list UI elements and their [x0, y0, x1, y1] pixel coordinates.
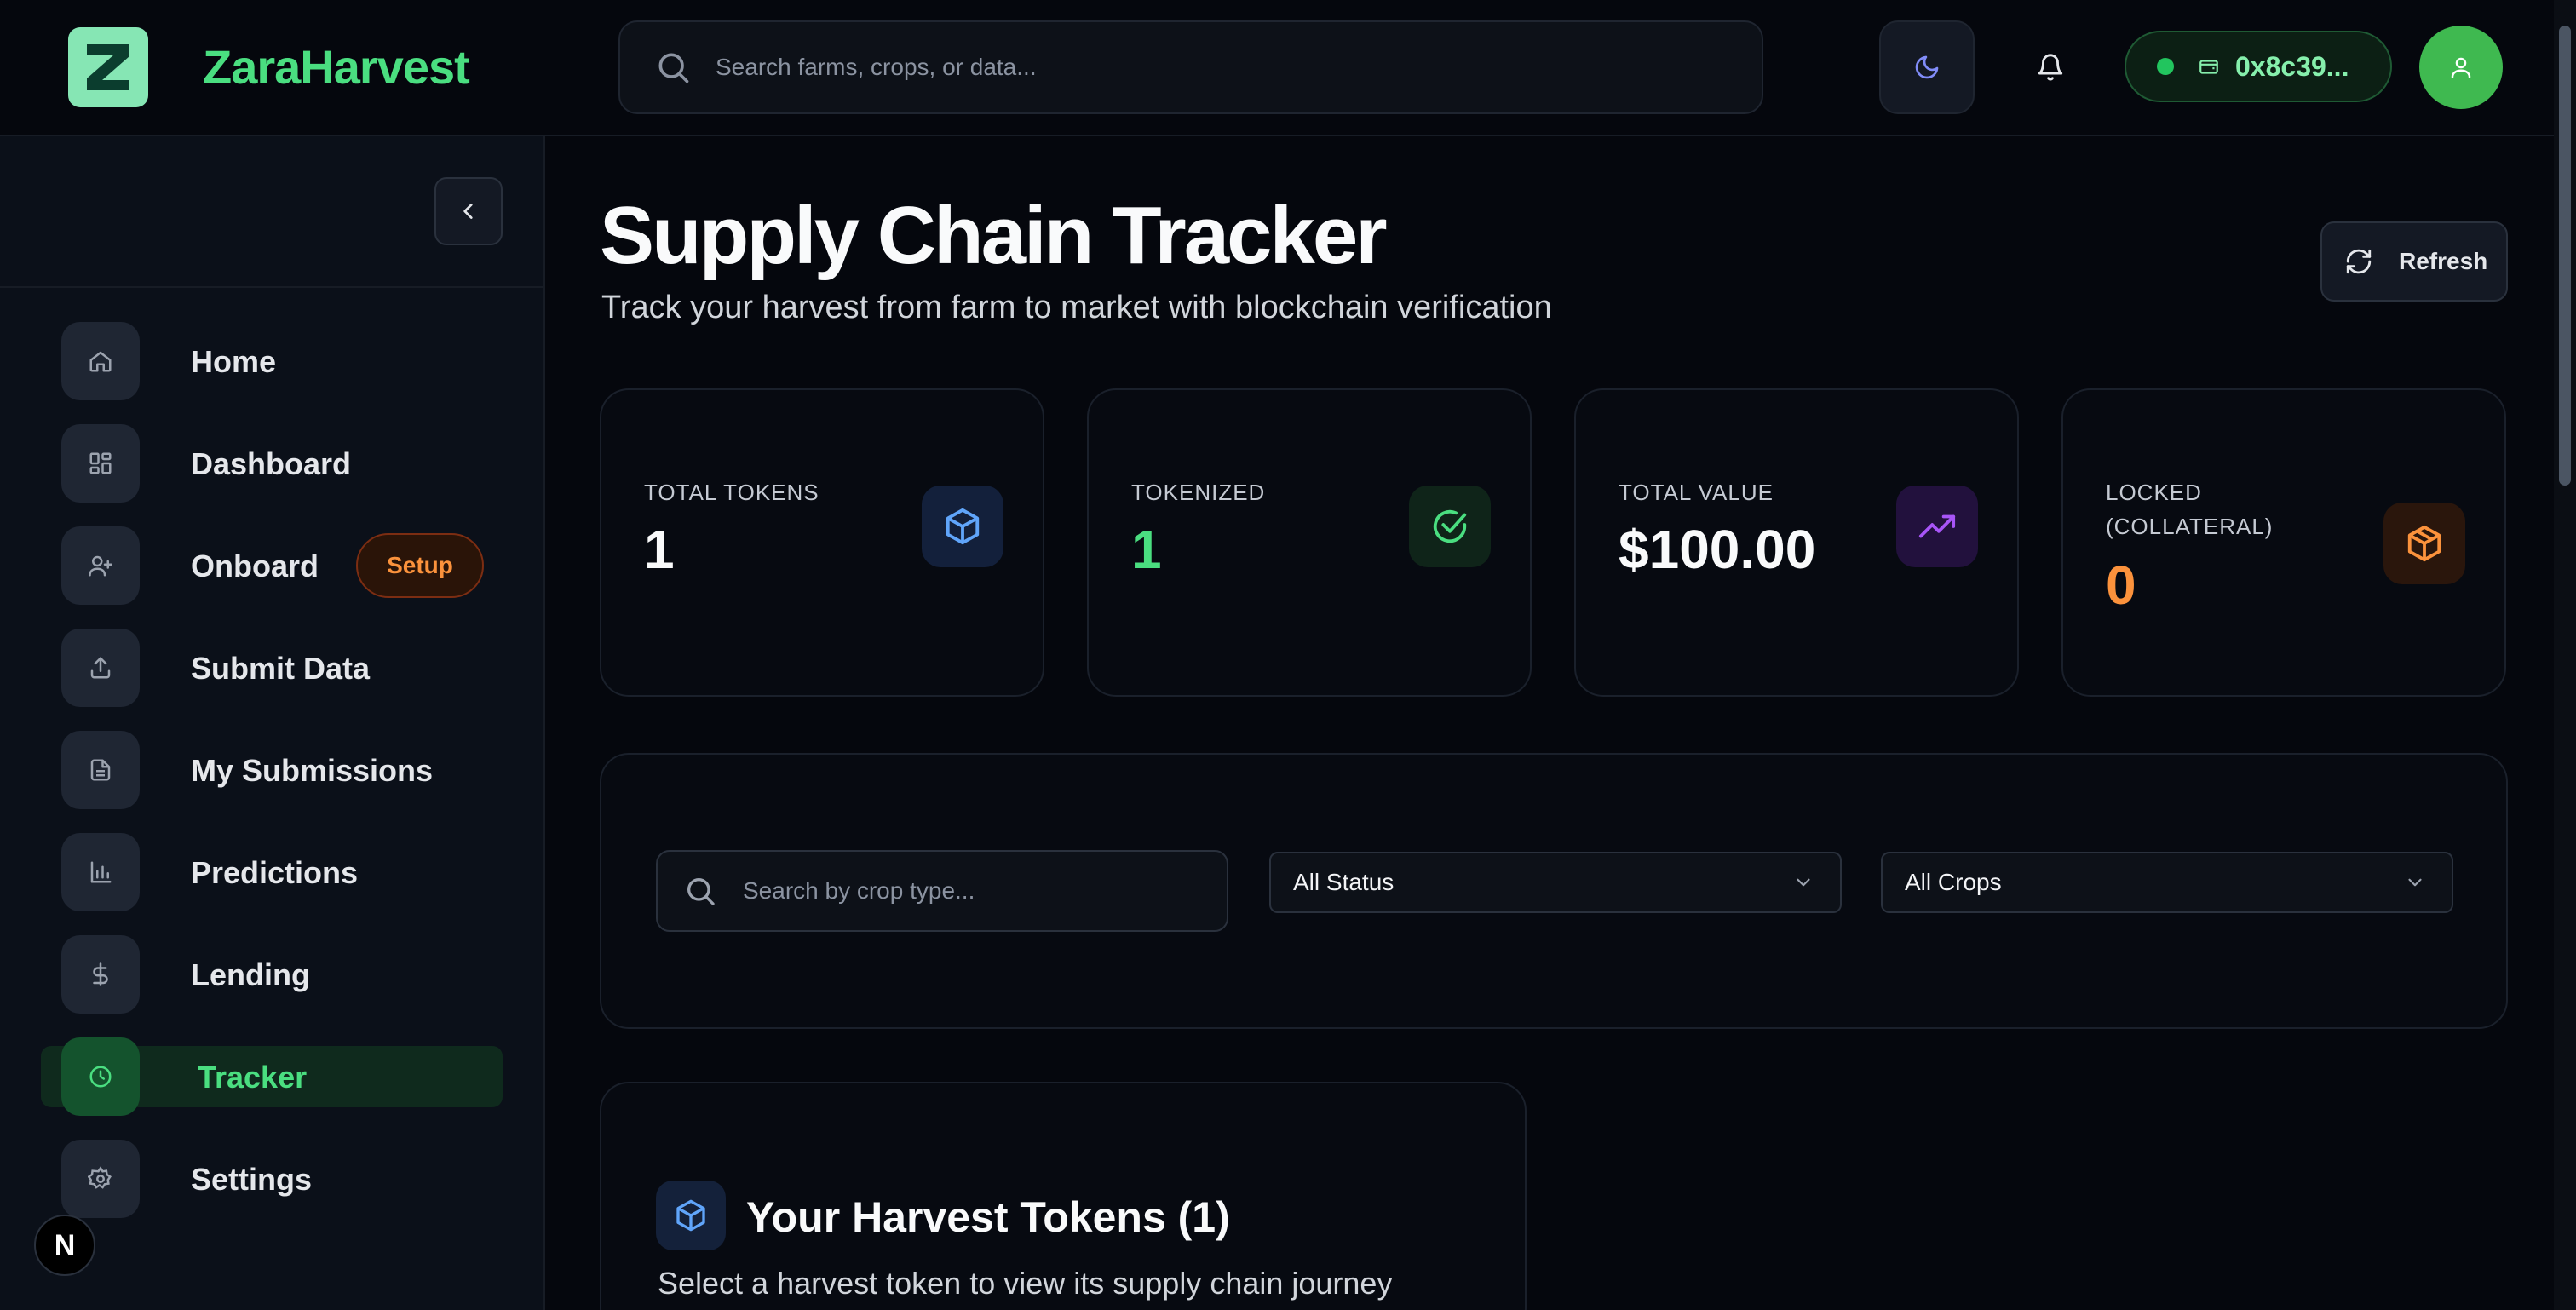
stat-card-total-tokens: TOTAL TOKENS 1: [600, 388, 1044, 697]
chevron-down-icon: [1797, 878, 1810, 887]
brand-name[interactable]: ZaraHarvest: [203, 39, 470, 95]
trending-up-icon: [1896, 486, 1978, 567]
wallet-icon: [2199, 60, 2218, 74]
sidebar-item-label: Submit Data: [191, 651, 371, 686]
global-search-input[interactable]: Search farms, crops, or data...: [618, 20, 1763, 114]
sidebar-item-label: My Submissions: [191, 753, 434, 788]
harvest-tokens-panel: Your Harvest Tokens (1) Select a harvest…: [600, 1082, 1527, 1310]
search-icon: [687, 878, 715, 905]
page-subtitle: Track your harvest from farm to market w…: [601, 290, 1552, 325]
upload-icon: [61, 629, 140, 707]
search-icon: [658, 53, 689, 83]
bell-icon: [2038, 54, 2063, 81]
refresh-button[interactable]: Refresh: [2320, 221, 2508, 302]
sidebar-item-onboard[interactable]: Onboard Setup: [41, 526, 503, 608]
page-title: Supply Chain Tracker: [600, 190, 1388, 281]
sidebar-item-settings[interactable]: Settings: [41, 1140, 503, 1221]
stat-label: LOCKED (COLLATERAL): [2106, 480, 2274, 539]
user-plus-icon: [61, 526, 140, 605]
harvest-tokens-title: Your Harvest Tokens (1): [746, 1193, 1230, 1241]
refresh-label: Refresh: [2399, 248, 2488, 274]
stat-card-locked-collateral: LOCKED (COLLATERAL) 0: [2061, 388, 2506, 697]
sidebar-item-label: Lending: [191, 957, 310, 992]
check-circle-icon: [1409, 486, 1491, 567]
stat-value: $100.00: [1619, 519, 1816, 580]
stat-value: 1: [644, 519, 675, 580]
home-icon: [61, 322, 140, 400]
global-search-placeholder: Search farms, crops, or data...: [716, 54, 1037, 80]
sidebar-item-submit-data[interactable]: Submit Data: [41, 629, 503, 710]
cube-icon: [922, 486, 1003, 567]
clock-icon: [61, 1037, 140, 1116]
stat-label: TOKENIZED: [1131, 480, 1266, 505]
sidebar-item-home[interactable]: Home: [41, 322, 503, 404]
sidebar-header: [0, 136, 543, 288]
crop-search-input[interactable]: Search by crop type...: [656, 850, 1228, 932]
sidebar-item-dashboard[interactable]: Dashboard: [41, 424, 503, 506]
sidebar-item-label: Home: [191, 344, 277, 379]
sidebar-item-label: Predictions: [191, 855, 359, 890]
sidebar: Home Dashboard Onboard Setup Submit Data…: [0, 136, 545, 1310]
wallet-status-dot: [2157, 58, 2174, 75]
wallet-button[interactable]: 0x8c39...: [2125, 31, 2392, 102]
sidebar-collapse-button[interactable]: [434, 177, 503, 245]
crop-search-placeholder: Search by crop type...: [743, 877, 975, 904]
sidebar-item-tracker[interactable]: Tracker: [41, 1037, 503, 1119]
stat-value: 1: [1131, 519, 1162, 580]
stat-card-tokenized: TOKENIZED 1: [1087, 388, 1532, 697]
sidebar-item-label: Tracker: [198, 1060, 308, 1095]
cube-icon: [656, 1181, 726, 1250]
stat-label: TOTAL TOKENS: [644, 480, 819, 505]
stat-card-total-value: TOTAL VALUE $100.00: [1574, 388, 2019, 697]
refresh-icon: [2346, 249, 2372, 274]
user-avatar-button[interactable]: [2419, 26, 2503, 109]
package-icon: [2383, 503, 2465, 584]
moon-icon: [1915, 55, 1939, 79]
dashboard-icon: [61, 424, 140, 503]
chevron-down-icon: [2408, 878, 2422, 887]
gear-icon: [61, 1140, 140, 1218]
sidebar-item-label: Dashboard: [191, 446, 352, 481]
notifications-button[interactable]: [2004, 20, 2097, 114]
stat-label: TOTAL VALUE: [1619, 480, 1774, 505]
user-icon: [2451, 57, 2471, 78]
logo-icon[interactable]: [68, 27, 148, 107]
chevron-left-icon: [463, 204, 473, 219]
wallet-address: 0x8c39...: [2235, 50, 2349, 82]
filter-panel: Search by crop type... All Status All Cr…: [600, 753, 2508, 1029]
dollar-icon: [61, 935, 140, 1014]
crop-filter-select[interactable]: All Crops: [1881, 852, 2453, 913]
status-filter-select[interactable]: All Status: [1269, 852, 1842, 913]
harvest-tokens-subtitle: Select a harvest token to view its suppl…: [658, 1266, 1393, 1301]
sidebar-item-my-submissions[interactable]: My Submissions: [41, 731, 503, 813]
status-filter-value: All Status: [1293, 869, 1394, 895]
sidebar-item-predictions[interactable]: Predictions: [41, 833, 503, 915]
theme-toggle-button[interactable]: [1879, 20, 1975, 114]
document-icon: [61, 731, 140, 809]
scrollbar-thumb[interactable]: [2559, 26, 2571, 486]
sidebar-item-lending[interactable]: Lending: [41, 935, 503, 1017]
top-bar: ZaraHarvest Search farms, crops, or data…: [0, 0, 2576, 136]
crop-filter-value: All Crops: [1905, 869, 2002, 895]
setup-badge: Setup: [356, 533, 484, 598]
bar-chart-icon: [61, 833, 140, 911]
stat-value: 0: [2106, 554, 2136, 616]
sidebar-item-label: Settings: [191, 1162, 313, 1197]
sidebar-item-label: Onboard: [191, 549, 319, 583]
dev-tools-badge[interactable]: N: [34, 1215, 95, 1276]
